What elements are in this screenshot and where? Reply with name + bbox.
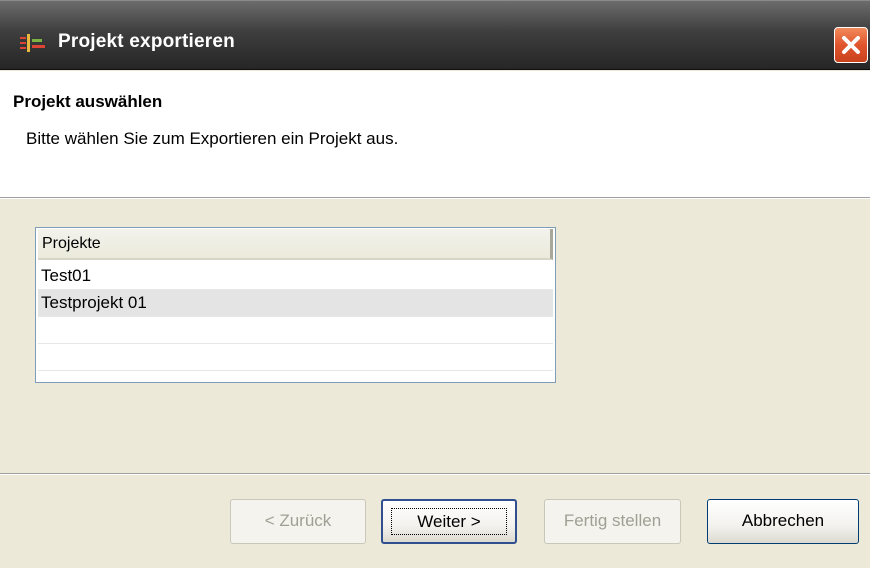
row-label: Test01: [41, 266, 92, 285]
table-row[interactable]: Test01: [38, 263, 553, 290]
table-row[interactable]: [38, 344, 553, 371]
app-icon: [20, 34, 45, 52]
column-header-label: Projekte: [42, 235, 101, 252]
wizard-header: Projekt auswählen Bitte wählen Sie zum E…: [0, 71, 870, 198]
finish-button[interactable]: Fertig stellen: [544, 499, 681, 544]
table-row[interactable]: [38, 317, 553, 344]
button-separator-highlight: [0, 474, 870, 475]
export-dialog: Projekt exportieren Projekt auswählen Bi…: [0, 0, 870, 568]
back-button-label: < Zurück: [264, 511, 332, 530]
page-description: Bitte wählen Sie zum Exportieren ein Pro…: [26, 129, 399, 148]
column-header-projects[interactable]: Projekte: [38, 229, 553, 260]
window-title: Projekt exportieren: [58, 31, 235, 52]
project-table[interactable]: Projekte Test01 Testprojekt 01: [35, 227, 556, 383]
table-row[interactable]: Testprojekt 01: [38, 290, 553, 317]
close-button[interactable]: [834, 27, 868, 63]
back-button[interactable]: < Zurück: [230, 499, 366, 544]
page-title: Projekt auswählen: [13, 92, 163, 111]
title-bar[interactable]: Projekt exportieren: [0, 0, 870, 70]
row-label: Testprojekt 01: [41, 293, 147, 312]
cancel-button[interactable]: Abbrechen: [707, 499, 859, 544]
next-button-label: Weiter >: [417, 512, 481, 531]
close-icon: [842, 36, 860, 54]
wizard-content: Projekte Test01 Testprojekt 01: [0, 198, 870, 474]
next-button[interactable]: Weiter >: [381, 499, 517, 544]
cancel-button-label: Abbrechen: [741, 511, 825, 530]
finish-button-label: Fertig stellen: [563, 511, 662, 530]
